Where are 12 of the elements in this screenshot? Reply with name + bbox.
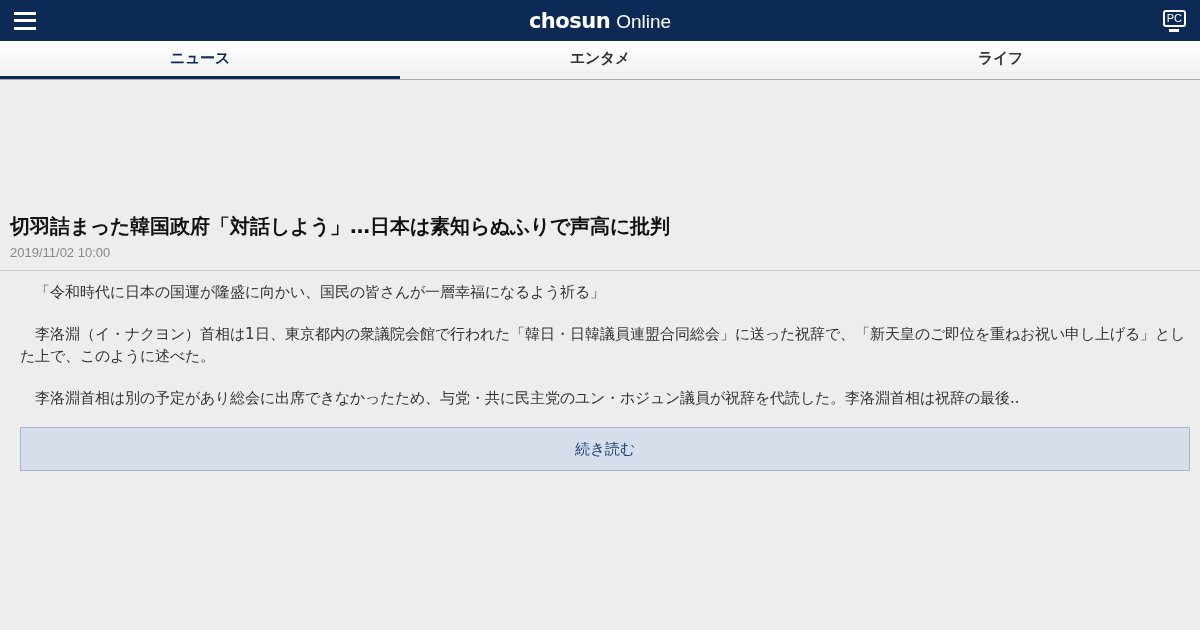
- nav-tab[interactable]: ライフ: [800, 41, 1200, 79]
- logo-suffix[interactable]: Online: [616, 10, 672, 33]
- article-paragraph: 李洛淵（イ・ナクヨン）首相は1日、東京都内の衆議院会館で行われた「韓日・日韓議員連盟合同総会」に送った祝辞で、「新天皇のご即位を重ねお祝い申し上げる」とした上で、このように述べた。: [20, 324, 1186, 367]
- nav-tab[interactable]: ニュース: [0, 41, 400, 79]
- article-date: 2019/11/02 10:00: [10, 245, 112, 260]
- read-more-button[interactable]: 続き読む: [20, 427, 1190, 471]
- article-paragraph: 「令和時代に日本の国運が隆盛に向かい、国民の皆さんが一層幸福になるよう祈る」: [34, 282, 606, 303]
- article-paragraph: 李洛淵首相は別の予定があり総会に出席できなかったため、与党・共に民主党のユン・ホジュン議員が祝辞を代読した。李洛淵首相は祝辞の最後..: [34, 388, 1021, 409]
- article-title: 切羽詰まった韓国政府「対話しよう」…日本は素知らぬふりで声高に批判: [10, 213, 671, 240]
- logo-brand[interactable]: chosun: [528, 8, 611, 33]
- nav-tab[interactable]: エンタメ: [400, 41, 800, 79]
- menu-icon[interactable]: [14, 11, 36, 30]
